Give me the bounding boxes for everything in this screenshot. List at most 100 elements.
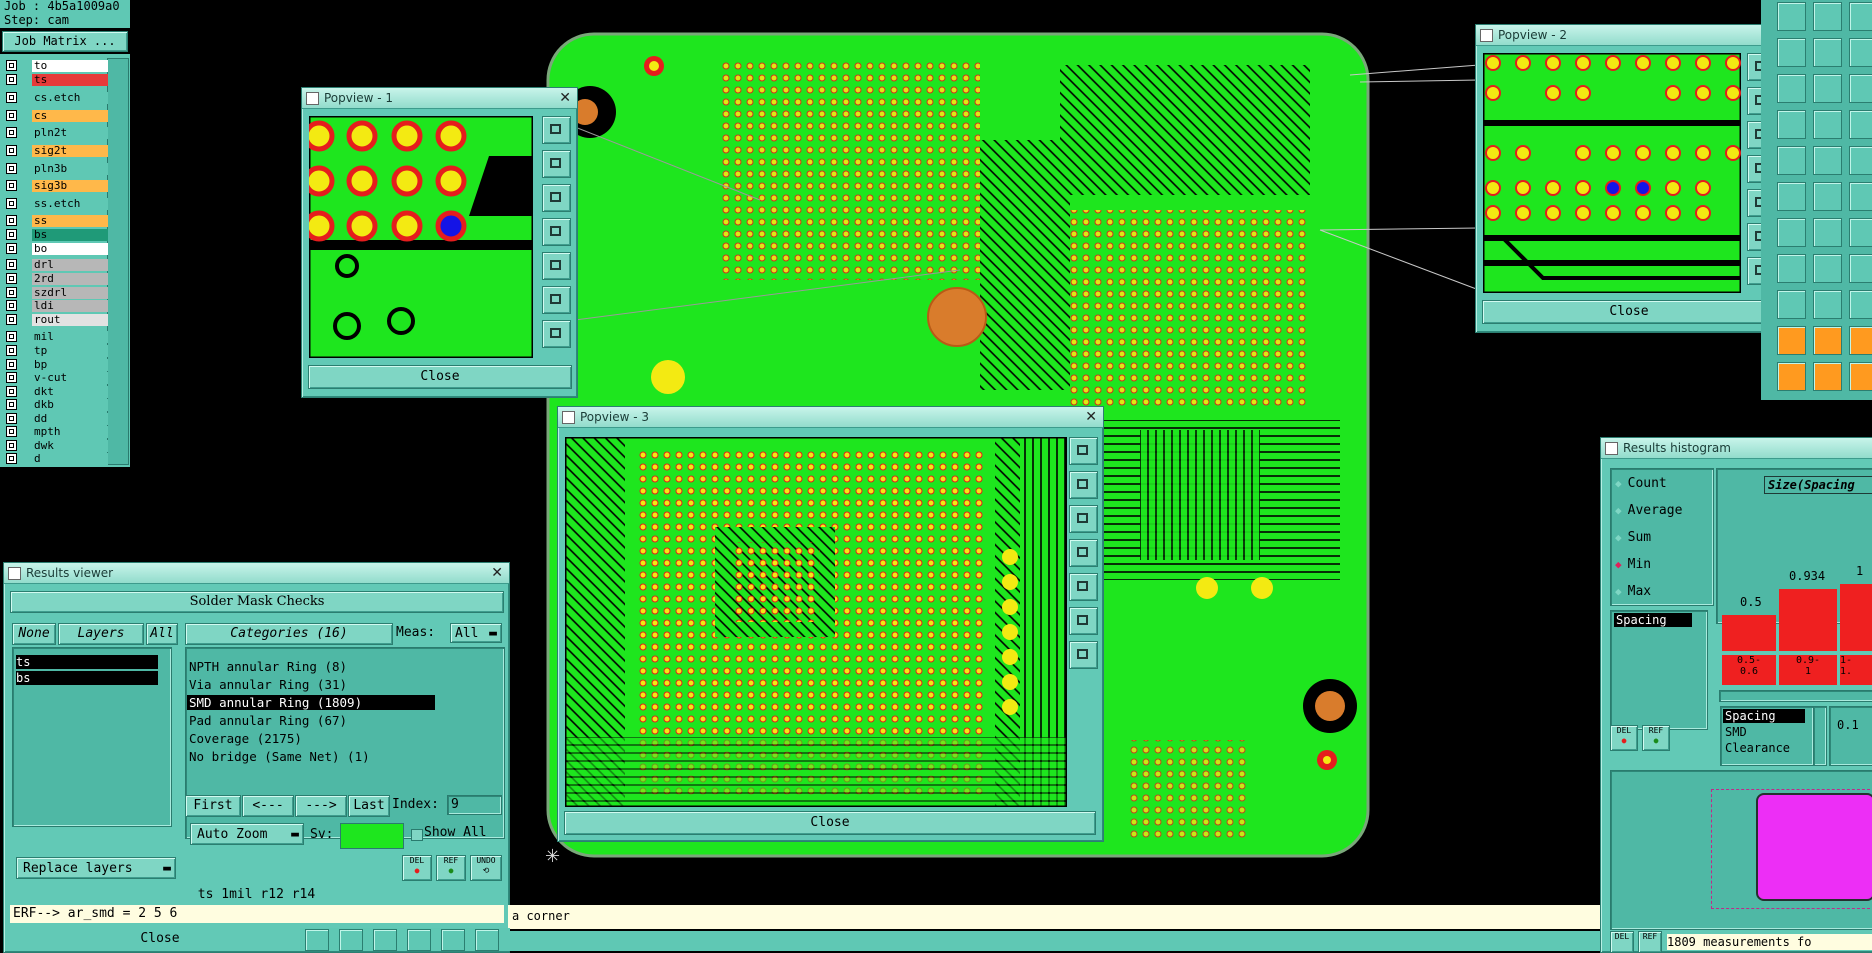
toolbar-tool-icon[interactable] [1813, 182, 1842, 211]
radio-diamond-icon[interactable]: ◆ [1615, 531, 1622, 544]
results-viewer-window[interactable]: Results viewer ✕ Solder Mask Checks None … [3, 562, 510, 953]
toolbar-tool-icon[interactable] [1849, 290, 1872, 319]
category-item[interactable]: NPTH annular Ring (8) [187, 659, 435, 674]
bottom-tool-icon[interactable] [305, 929, 329, 951]
popview-2-titlebar[interactable]: Popview - 2✕ [1476, 25, 1781, 46]
category-item[interactable]: Pad annular Ring (67) [187, 713, 435, 728]
del-button[interactable]: DEL ● [402, 855, 432, 881]
close-icon[interactable]: ✕ [559, 88, 571, 108]
toolbar-tool-icon[interactable] [1813, 146, 1842, 175]
popview-3-window[interactable]: Popview - 3 ✕ Close [557, 406, 1104, 842]
none-button[interactable]: None [12, 623, 56, 645]
type-scrollbar[interactable] [1813, 706, 1827, 766]
toolbar-tool-icon[interactable] [1777, 326, 1806, 355]
toolbar-tool-icon[interactable] [1849, 254, 1872, 283]
bottom-tool-icon[interactable] [441, 929, 465, 951]
popview-1-titlebar[interactable]: Popview - 1 ✕ [302, 88, 577, 109]
stat-option-max[interactable]: ◆ Max [1615, 584, 1651, 599]
toolbar-tool-icon[interactable] [1777, 182, 1806, 211]
popview-tool-icon[interactable] [542, 252, 571, 280]
first-button[interactable]: First [185, 795, 241, 817]
radio-diamond-icon[interactable]: ◆ [1615, 477, 1622, 490]
popview-tool-icon[interactable] [542, 150, 571, 178]
toolbar-tool-icon[interactable] [1777, 146, 1806, 175]
spin-field[interactable] [1829, 706, 1872, 766]
index-input[interactable]: 9 [447, 795, 502, 815]
bottom-tool-icon[interactable] [475, 929, 499, 951]
spacing-listbox[interactable] [1610, 610, 1708, 730]
toolbar-tool-icon[interactable] [1849, 2, 1872, 31]
toolbar-tool-icon[interactable] [1849, 326, 1872, 355]
hist-del-button[interactable]: DEL ● [1610, 725, 1638, 751]
close-area[interactable]: Close [10, 929, 310, 949]
auto-zoom-select[interactable]: Auto Zoom ▬ [190, 823, 304, 845]
histogram-scrollbar[interactable] [1719, 690, 1872, 702]
popview-tool-icon[interactable] [1069, 437, 1098, 465]
popview-tool-icon[interactable] [1069, 471, 1098, 499]
bottom-tool-icon[interactable] [373, 929, 397, 951]
hist-ref-button[interactable]: REF ● [1642, 725, 1670, 751]
toolbar-tool-icon[interactable] [1813, 38, 1842, 67]
toolbar-tool-icon[interactable] [1849, 74, 1872, 103]
stat-option-min[interactable]: ◆ Min [1615, 557, 1651, 572]
layer-item-ts[interactable]: ts [16, 655, 158, 669]
toolbar-tool-icon[interactable] [1777, 110, 1806, 139]
undo-button[interactable]: UNDO ⟲ [470, 855, 502, 881]
popview-1-canvas[interactable] [309, 116, 533, 358]
popview-3-titlebar[interactable]: Popview - 3 ✕ [558, 407, 1103, 428]
popview-tool-icon[interactable] [1069, 505, 1098, 533]
close-icon[interactable]: ✕ [491, 563, 503, 583]
type-clearance[interactable]: Clearance [1725, 741, 1790, 755]
radio-diamond-icon[interactable]: ◆ [1615, 585, 1622, 598]
all-layers-button[interactable]: All [146, 623, 178, 645]
toolbar-tool-icon[interactable] [1777, 362, 1806, 391]
popview-tool-icon[interactable] [542, 218, 571, 246]
popview-tool-icon[interactable] [1069, 573, 1098, 601]
category-item[interactable]: No bridge (Same Net) (1) [187, 749, 435, 764]
replace-layers-select[interactable]: Replace layers ▬ [16, 857, 176, 879]
hist-del-button-2[interactable]: DEL [1610, 931, 1634, 953]
popview-2-close-button[interactable]: Close [1482, 300, 1776, 324]
popview-1-close-button[interactable]: Close [308, 365, 572, 389]
popview-tool-icon[interactable] [542, 286, 571, 314]
toolbar-tool-icon[interactable] [1813, 290, 1842, 319]
toolbar-tool-icon[interactable] [1813, 2, 1842, 31]
meas-select[interactable]: All ▬ [450, 623, 502, 643]
stat-option-sum[interactable]: ◆ Sum [1615, 530, 1651, 545]
toolbar-tool-icon[interactable] [1813, 218, 1842, 247]
toolbar-tool-icon[interactable] [1777, 290, 1806, 319]
popview-1-window[interactable]: Popview - 1 ✕ Close [301, 87, 578, 398]
layer-item-bs[interactable]: bs [16, 671, 158, 685]
popview-2-window[interactable]: Popview - 2✕ Close [1475, 24, 1782, 333]
toolbar-tool-icon[interactable] [1777, 74, 1806, 103]
popview-tool-icon[interactable] [542, 116, 571, 144]
bottom-tool-icon[interactable] [339, 929, 363, 951]
radio-diamond-icon[interactable]: ◆ [1615, 558, 1622, 571]
toolbar-tool-icon[interactable] [1813, 110, 1842, 139]
toolbar-tool-icon[interactable] [1777, 254, 1806, 283]
toolbar-tool-icon[interactable] [1849, 218, 1872, 247]
prev-button[interactable]: <--- [242, 795, 294, 817]
toolbar-tool-icon[interactable] [1849, 146, 1872, 175]
next-button[interactable]: ---> [295, 795, 347, 817]
results-histogram-titlebar[interactable]: Results histogram [1601, 438, 1872, 459]
type-smd[interactable]: SMD [1725, 725, 1747, 739]
toolbar-tool-icon[interactable] [1813, 326, 1842, 355]
results-viewer-titlebar[interactable]: Results viewer ✕ [4, 563, 509, 584]
spacing-list-item[interactable]: Spacing [1614, 613, 1692, 627]
popview-3-close-button[interactable]: Close [564, 811, 1096, 835]
popview-tool-icon[interactable] [1069, 641, 1098, 669]
popview-tool-icon[interactable] [542, 320, 571, 348]
toolbar-tool-icon[interactable] [1849, 362, 1872, 391]
histogram-map[interactable] [1610, 770, 1872, 930]
popview-3-canvas[interactable] [565, 437, 1067, 807]
toolbar-tool-icon[interactable] [1849, 182, 1872, 211]
toolbar-tool-icon[interactable] [1849, 110, 1872, 139]
category-item[interactable]: Via annular Ring (31) [187, 677, 435, 692]
popview-tool-icon[interactable] [1069, 607, 1098, 635]
toolbar-tool-icon[interactable] [1813, 74, 1842, 103]
toolbar-tool-icon[interactable] [1813, 254, 1842, 283]
popview-2-canvas[interactable] [1483, 53, 1741, 293]
close-icon[interactable]: ✕ [1085, 407, 1097, 427]
toolbar-tool-icon[interactable] [1813, 362, 1842, 391]
